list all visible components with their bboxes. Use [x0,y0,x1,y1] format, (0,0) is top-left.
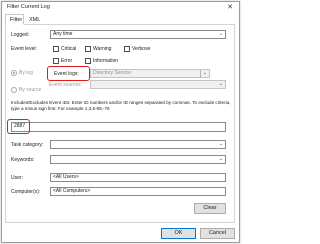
computers-label: Computer(s): [11,189,41,195]
event-logs-dropdown[interactable]: Directory Service ⌄ [90,69,210,78]
filter-panel: Logged: Any time ⌄ Event level: Critical… [5,24,235,223]
computers-input[interactable]: <All Computers> [50,187,226,196]
by-source-radio[interactable] [11,87,17,93]
close-icon[interactable]: ✕ [227,3,233,11]
chevron-down-icon: ⌄ [218,141,224,147]
logged-value: Any time [53,31,73,37]
keywords-dropdown[interactable]: ⌄ [50,155,226,164]
user-label: User: [11,175,23,181]
logged-label: Logged: [11,32,30,38]
by-log-radio[interactable] [11,70,17,76]
verbose-label: Verbose [132,46,151,52]
filter-dialog: Filter Current Log ✕ Filter XML Logged: … [1,1,240,243]
information-label: Information [93,58,119,64]
by-log-label: By log [19,70,33,76]
chevron-down-icon: ⌄ [218,156,224,162]
warning-label: Warning [93,46,112,52]
by-source-label: By source [19,87,42,93]
critical-label: Critical [61,46,77,52]
information-checkbox[interactable] [85,58,91,64]
event-logs-value: Directory Service [93,70,132,76]
keywords-label: Keywords: [11,157,35,163]
clear-button[interactable]: Clear [194,203,226,214]
tab-filter[interactable]: Filter [5,14,24,25]
error-label: Error [61,58,73,64]
task-category-dropdown[interactable]: ⌄ [50,140,226,149]
user-input[interactable]: <All Users> [50,173,226,182]
chevron-down-icon: ⌄ [218,81,224,87]
critical-checkbox[interactable] [53,46,59,52]
event-sources-label: Event sources: [49,82,83,88]
title-bar: Filter Current Log ✕ [2,2,239,13]
event-sources-dropdown[interactable]: ⌄ [90,80,226,89]
task-category-label: Task category: [11,142,44,148]
logged-dropdown[interactable]: Any time ⌄ [50,30,226,39]
event-level-label: Event level: [11,46,37,52]
error-checkbox[interactable] [53,58,59,64]
user-value: <All Users> [53,174,79,180]
verbose-checkbox[interactable] [124,46,130,52]
computers-value: <All Computers> [53,188,91,194]
chevron-down-icon: ⌄ [200,70,209,77]
cancel-button[interactable]: Cancel [200,228,235,239]
event-ids-input[interactable]: 2887 [11,122,226,132]
warning-checkbox[interactable] [85,46,91,52]
event-id-help-text: Includes/Excludes Event IDs: Enter ID nu… [11,100,231,111]
dialog-title: Filter Current Log [7,4,50,10]
event-ids-value: 2887 [14,123,26,129]
event-logs-label: Event logs: [54,71,79,77]
ok-button[interactable]: OK [161,228,196,239]
chevron-down-icon: ⌄ [218,31,224,37]
